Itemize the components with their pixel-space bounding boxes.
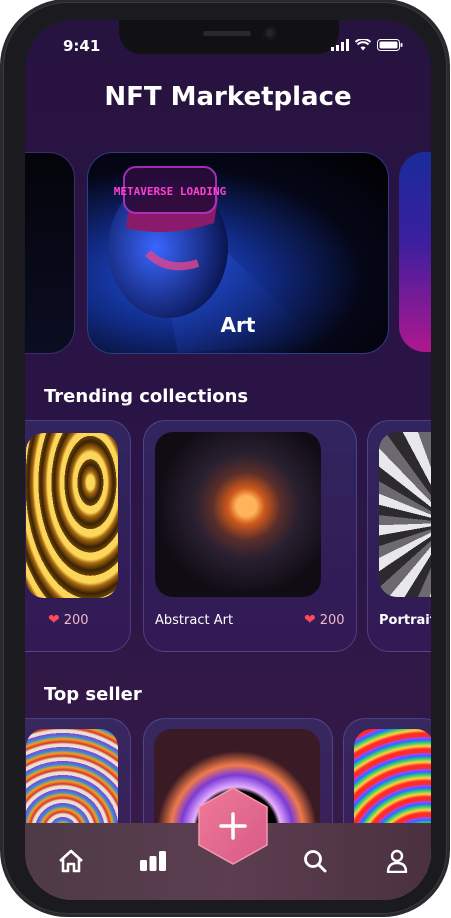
status-time: 9:41: [63, 37, 101, 55]
nav-stats[interactable]: [135, 843, 171, 879]
trending-section-title: Trending collections: [44, 386, 249, 407]
trending-thumbnail-portrait: [379, 432, 431, 597]
app-screen: 9:41 NFT Marketplace METAVERSE LOADING A…: [25, 20, 431, 900]
trending-card[interactable]: Abstract Art ❤ 200: [143, 420, 357, 652]
speaker: [203, 31, 251, 36]
hero-card-previous[interactable]: [25, 152, 75, 354]
top-seller-section-title: Top seller: [44, 684, 142, 705]
stats-icon[interactable]: [140, 851, 166, 871]
page-title: NFT Marketplace: [104, 82, 352, 112]
heart-icon[interactable]: ❤: [304, 612, 316, 628]
hero-label: Art: [220, 313, 256, 337]
home-icon[interactable]: [58, 849, 84, 873]
add-button[interactable]: [197, 786, 269, 866]
profile-icon[interactable]: [386, 849, 408, 873]
phone-frame: 9:41 NFT Marketplace METAVERSE LOADING A…: [3, 2, 447, 914]
likes-count: 200: [63, 612, 89, 628]
trending-card[interactable]: Portrait: [367, 420, 431, 652]
wifi-icon: [355, 39, 371, 51]
trending-thumbnail-gold: [26, 433, 118, 598]
status-icons: [331, 39, 403, 51]
search-icon[interactable]: [303, 849, 327, 873]
signal-icon: [331, 39, 349, 51]
collection-name: Portrait: [379, 613, 431, 628]
trending-card[interactable]: ❤ 200: [25, 420, 131, 652]
likes: ❤ 200: [304, 612, 345, 628]
collection-name: Abstract Art: [155, 613, 234, 628]
trending-thumbnail-abstract: [155, 432, 321, 597]
camera: [263, 26, 277, 40]
hero-card-next[interactable]: [399, 152, 431, 352]
battery-icon: [377, 39, 403, 51]
notch: [119, 20, 339, 54]
nav-search[interactable]: [297, 843, 333, 879]
hero-card-art[interactable]: METAVERSE LOADING Art: [87, 152, 389, 354]
nav-home[interactable]: [53, 843, 89, 879]
metaverse-overlay-text: METAVERSE LOADING: [114, 185, 227, 198]
likes: ❤ 200: [48, 612, 89, 628]
nav-profile[interactable]: [379, 843, 415, 879]
heart-icon[interactable]: ❤: [48, 612, 60, 628]
likes-count: 200: [319, 612, 345, 628]
